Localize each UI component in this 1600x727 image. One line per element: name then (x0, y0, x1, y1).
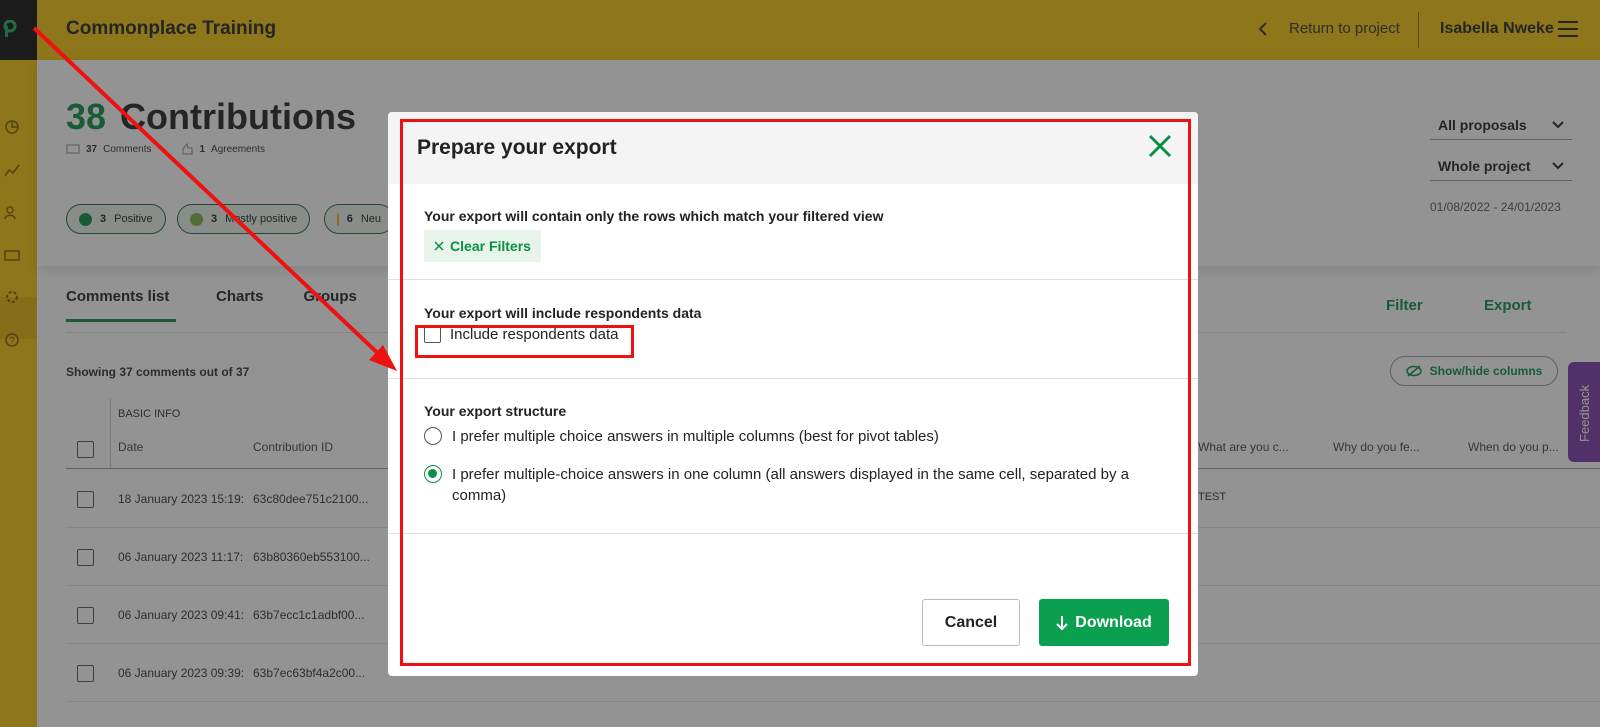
annotation-checkbox-highlight (415, 325, 634, 358)
annotation-dialog-highlight (400, 119, 1191, 666)
